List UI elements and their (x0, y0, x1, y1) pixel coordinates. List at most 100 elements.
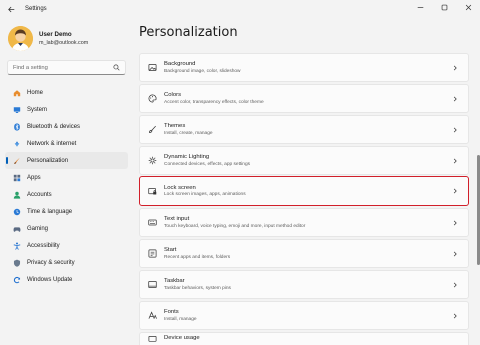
search-input[interactable]: Find a setting (13, 65, 113, 71)
sidebar-item-label: System (27, 106, 48, 113)
fonts-card[interactable]: Fonts Install, manage (139, 301, 469, 330)
sidebar-item-apps[interactable]: Apps (5, 169, 128, 186)
update-icon (13, 276, 21, 284)
sidebar-item-label: Privacy & security (27, 259, 75, 266)
chevron-right-icon (451, 127, 459, 133)
text-input-card[interactable]: Text input Touch keyboard, voice typing,… (139, 208, 469, 237)
device-usage-card[interactable]: Device usage (139, 332, 469, 345)
brush-icon (13, 157, 21, 165)
fonts-icon (148, 311, 157, 320)
close-button[interactable] (456, 0, 480, 14)
bluetooth-icon (13, 122, 21, 131)
chevron-right-icon (451, 65, 459, 71)
chevron-right-icon (451, 251, 459, 257)
sidebar-item-label: Gaming (27, 225, 49, 232)
chevron-right-icon (451, 188, 459, 194)
home-icon (13, 89, 21, 97)
accounts-icon (13, 191, 21, 199)
sidebar-item-personalization[interactable]: Personalization (5, 152, 128, 169)
maximize-icon (441, 4, 447, 10)
sidebar-item-accessibility[interactable]: Accessibility (5, 237, 128, 254)
close-icon (465, 4, 471, 10)
card-title: Background (164, 61, 196, 68)
app-title: Settings (25, 6, 47, 12)
chevron-right-icon (451, 220, 459, 226)
card-title: Lock screen (164, 184, 196, 191)
sidebar-item-label: Apps (27, 174, 41, 181)
sidebar-item-accounts[interactable]: Accounts (5, 186, 128, 203)
sidebar-item-gaming[interactable]: Gaming (5, 220, 128, 237)
sidebar-item-home[interactable]: Home (5, 84, 128, 101)
sun-icon (148, 156, 157, 165)
lock-screen-icon (148, 187, 157, 196)
card-title: Dynamic Lighting (164, 154, 210, 161)
card-title: Device usage (164, 335, 200, 341)
start-card[interactable]: Start Recent apps and items, folders (139, 239, 469, 268)
chevron-right-icon (451, 282, 459, 288)
card-subtitle: Install, manage (164, 316, 197, 322)
search-box[interactable]: Find a setting (7, 60, 126, 75)
user-email: m_lab@outlook.com (39, 40, 89, 46)
card-subtitle: Lock screen images, apps, animations (164, 192, 246, 198)
dynamic-lighting-card[interactable]: Dynamic Lighting Connected devices, effe… (139, 146, 469, 175)
sidebar-item-network[interactable]: Network & internet (5, 135, 128, 152)
sidebar-item-label: Windows Update (27, 276, 73, 283)
card-title: Colors (164, 92, 182, 99)
card-title: Text input (164, 216, 190, 223)
palette-icon (148, 94, 157, 103)
user-name: User Demo (39, 31, 72, 38)
card-subtitle: Taskbar behaviors, system pins (164, 285, 231, 291)
maximize-button[interactable] (432, 0, 456, 14)
card-subtitle: Accent color, transparency effects, colo… (164, 99, 264, 105)
minimize-icon (417, 6, 423, 8)
sidebar-item-time-language[interactable]: Time & language (5, 203, 128, 220)
window-controls (408, 0, 480, 14)
image-icon (148, 63, 157, 72)
back-button[interactable] (3, 0, 19, 18)
sidebar-item-system[interactable]: System (5, 101, 128, 118)
nav-list: Home System Bluetooth & devices Network … (5, 84, 128, 288)
minimize-button[interactable] (408, 0, 432, 14)
card-subtitle: Connected devices, effects, app settings (164, 161, 251, 167)
apps-icon (13, 174, 21, 182)
chevron-right-icon (451, 158, 459, 164)
network-icon (13, 140, 21, 148)
gamepad-icon (13, 225, 21, 233)
device-icon (148, 335, 157, 344)
lock-screen-card[interactable]: Lock screen Lock screen images, apps, an… (139, 176, 469, 206)
sidebar-item-label: Bluetooth & devices (27, 123, 81, 130)
card-subtitle: Touch keyboard, voice typing, emoji and … (164, 223, 306, 229)
card-title: Themes (164, 123, 186, 130)
card-title: Taskbar (164, 278, 185, 285)
card-title: Fonts (164, 309, 179, 316)
taskbar-card[interactable]: Taskbar Taskbar behaviors, system pins (139, 270, 469, 299)
card-subtitle: Background image, color, slideshow (164, 68, 241, 74)
accessibility-icon (13, 241, 21, 250)
keyboard-icon (148, 218, 157, 227)
user-profile[interactable]: User Demo m_lab@outlook.com (8, 26, 88, 51)
sidebar-item-privacy-security[interactable]: Privacy & security (5, 254, 128, 271)
sidebar-item-label: Accessibility (27, 242, 60, 249)
sidebar-item-bluetooth[interactable]: Bluetooth & devices (5, 118, 128, 135)
colors-card[interactable]: Colors Accent color, transparency effect… (139, 84, 469, 113)
taskbar-icon (148, 280, 157, 289)
sidebar-item-label: Time & language (27, 208, 73, 215)
start-icon (148, 249, 157, 258)
brush-icon (148, 125, 157, 134)
page-title: Personalization (139, 25, 238, 40)
sidebar-item-windows-update[interactable]: Windows Update (5, 271, 128, 288)
system-icon (13, 106, 21, 114)
clock-icon (13, 208, 21, 216)
avatar (8, 26, 33, 51)
sidebar: User Demo m_lab@outlook.com Find a setti… (0, 18, 135, 345)
card-title: Start (164, 247, 177, 254)
background-card[interactable]: Background Background image, color, slid… (139, 53, 469, 82)
themes-card[interactable]: Themes Install, create, manage (139, 115, 469, 144)
back-arrow-icon (7, 6, 14, 12)
sidebar-item-label: Personalization (27, 157, 69, 164)
card-subtitle: Recent apps and items, folders (164, 254, 231, 260)
shield-icon (13, 259, 21, 267)
sidebar-item-label: Accounts (27, 191, 52, 198)
chevron-right-icon (451, 313, 459, 319)
card-subtitle: Install, create, manage (164, 130, 213, 136)
